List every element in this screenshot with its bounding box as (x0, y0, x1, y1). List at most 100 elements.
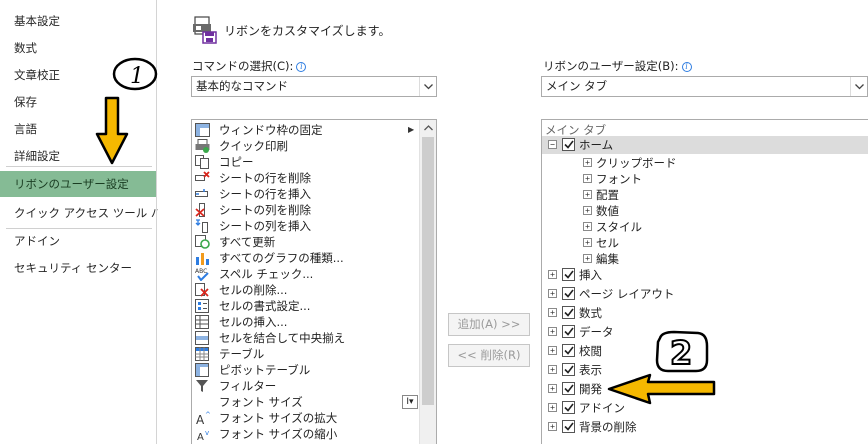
info-icon: i (296, 62, 307, 72)
collapse-icon[interactable]: − (548, 140, 557, 149)
list-item[interactable]: シートの列を削除 (192, 202, 419, 218)
commands-listbox[interactable]: ウィンドウ枠の固定 ▶ クイック印刷 コピー シートの行を削除 シートの行を挿入… (191, 119, 437, 444)
expand-icon[interactable]: + (548, 327, 557, 336)
sidebar-item-add-ins[interactable]: アドイン (0, 228, 156, 254)
tree-item-background-removal[interactable]: + 背景の削除 (542, 418, 868, 436)
list-item[interactable]: シートの列を挿入 (192, 218, 419, 234)
list-item[interactable]: セルの書式設定... (192, 298, 419, 314)
sidebar-item-trust-center[interactable]: セキュリティ センター (0, 255, 156, 281)
expand-icon[interactable]: + (548, 270, 557, 279)
checkbox[interactable] (562, 363, 575, 376)
expand-icon[interactable]: + (583, 238, 592, 247)
list-item[interactable]: シートの行を挿入 (192, 186, 419, 202)
svg-text:ABC: ABC (195, 268, 207, 275)
expand-icon[interactable]: + (548, 422, 557, 431)
list-item-label: テーブル (219, 347, 265, 361)
list-item-label: すべて更新 (219, 235, 276, 249)
expand-icon[interactable]: + (548, 365, 557, 374)
tree-item-formulas[interactable]: + 数式 (542, 304, 868, 322)
list-item[interactable]: フォント サイズ I▾ (192, 394, 419, 410)
list-item[interactable]: コピー (192, 154, 419, 170)
list-item[interactable]: セルを結合して中央揃え (192, 330, 419, 346)
list-item[interactable]: セルの削除... (192, 282, 419, 298)
format-cells-icon (194, 298, 210, 314)
ribbon-label-text: リボンのユーザー設定(B): (543, 59, 679, 73)
quick-print-icon (194, 138, 210, 154)
checkbox[interactable] (562, 138, 575, 151)
annotation-mark-1-text: 1 (130, 64, 144, 89)
sidebar-item-language[interactable]: 言語 (0, 116, 156, 142)
checkbox[interactable] (562, 401, 575, 414)
expand-icon[interactable]: + (583, 158, 592, 167)
list-item-label: ウィンドウ枠の固定 (219, 123, 323, 137)
expand-icon[interactable]: + (583, 190, 592, 199)
tree-item-label: 表示 (579, 363, 602, 377)
grow-font-icon: A^ (194, 410, 210, 426)
expand-icon[interactable]: + (548, 289, 557, 298)
svg-text:v: v (205, 429, 209, 437)
sidebar-item-quick-access-toolbar[interactable]: クイック アクセス ツール バー (0, 200, 174, 226)
list-item-label: セルの削除... (219, 283, 288, 297)
list-item[interactable]: ピボットテーブル (192, 362, 419, 378)
expand-icon[interactable]: + (583, 222, 592, 231)
submenu-arrow-icon: ▶ (408, 125, 415, 134)
insert-column-icon (194, 218, 210, 234)
list-item[interactable]: フィルター (192, 378, 419, 394)
checkbox[interactable] (562, 382, 575, 395)
scroll-up-icon[interactable] (424, 125, 433, 131)
sidebar-item-general[interactable]: 基本設定 (0, 8, 156, 34)
chevron-down-icon[interactable] (850, 77, 867, 96)
list-item-label: フォント サイズの縮小 (219, 427, 338, 441)
expand-icon[interactable]: + (583, 206, 592, 215)
list-item[interactable]: セルの挿入... (192, 314, 419, 330)
checkbox[interactable] (562, 287, 575, 300)
delete-column-icon (194, 202, 210, 218)
list-item[interactable]: ABC スペル チェック... (192, 266, 419, 282)
checkbox[interactable] (562, 325, 575, 338)
tree-item-insert[interactable]: + 挿入 (542, 266, 868, 284)
annotation-mark-2: 2 (655, 330, 709, 373)
list-item[interactable]: クイック印刷 (192, 138, 419, 154)
commands-dropdown[interactable]: 基本的なコマンド (191, 76, 437, 97)
tree-item-page-layout[interactable]: + ページ レイアウト (542, 285, 868, 303)
tree-item-label: 数式 (579, 306, 602, 320)
expand-icon[interactable]: + (583, 174, 592, 183)
chevron-down-icon[interactable] (419, 77, 436, 96)
checkbox[interactable] (562, 344, 575, 357)
list-item[interactable]: すべてのグラフの種類... (192, 250, 419, 266)
insert-row-icon (194, 186, 210, 202)
shrink-font-icon: Av (194, 426, 210, 442)
list-item[interactable]: Av フォント サイズの縮小 (192, 426, 419, 442)
list-item-label: すべてのグラフの種類... (219, 251, 344, 265)
table-icon (194, 346, 210, 362)
expand-icon[interactable]: + (583, 254, 592, 263)
commands-scrollbar[interactable] (419, 120, 436, 444)
sidebar-item-save[interactable]: 保存 (0, 89, 156, 115)
checkbox[interactable] (562, 306, 575, 319)
pivot-table-icon (194, 362, 210, 378)
ribbon-dropdown[interactable]: メイン タブ (541, 76, 868, 97)
merge-center-icon (194, 330, 210, 346)
remove-button[interactable]: << 削除(R) (448, 344, 530, 367)
annotation-left-arrow (607, 373, 716, 405)
list-item[interactable]: ウィンドウ枠の固定 ▶ (192, 122, 419, 138)
list-item[interactable]: すべて更新 (192, 234, 419, 250)
checkbox[interactable] (562, 420, 575, 433)
sidebar-item-customize-ribbon[interactable]: リボンのユーザー設定 (0, 171, 156, 197)
delete-cells-icon (194, 282, 210, 298)
list-item[interactable]: シートの行を削除 (192, 170, 419, 186)
scrollbar-thumb[interactable] (422, 137, 434, 405)
list-item[interactable]: A^ フォント サイズの拡大 (192, 410, 419, 426)
tree-item-home[interactable]: − ホーム (542, 136, 868, 154)
expand-icon[interactable]: + (548, 308, 557, 317)
list-item[interactable]: テーブル (192, 346, 419, 362)
expand-icon[interactable]: + (548, 384, 557, 393)
checkbox[interactable] (562, 268, 575, 281)
expand-icon[interactable]: + (548, 346, 557, 355)
copy-icon (194, 154, 210, 170)
list-item-label: ピボットテーブル (219, 363, 311, 377)
svg-text:A: A (196, 413, 205, 425)
add-button[interactable]: 追加(A) >> (448, 313, 530, 336)
expand-icon[interactable]: + (548, 403, 557, 412)
list-item-label: セルの挿入... (219, 315, 288, 329)
